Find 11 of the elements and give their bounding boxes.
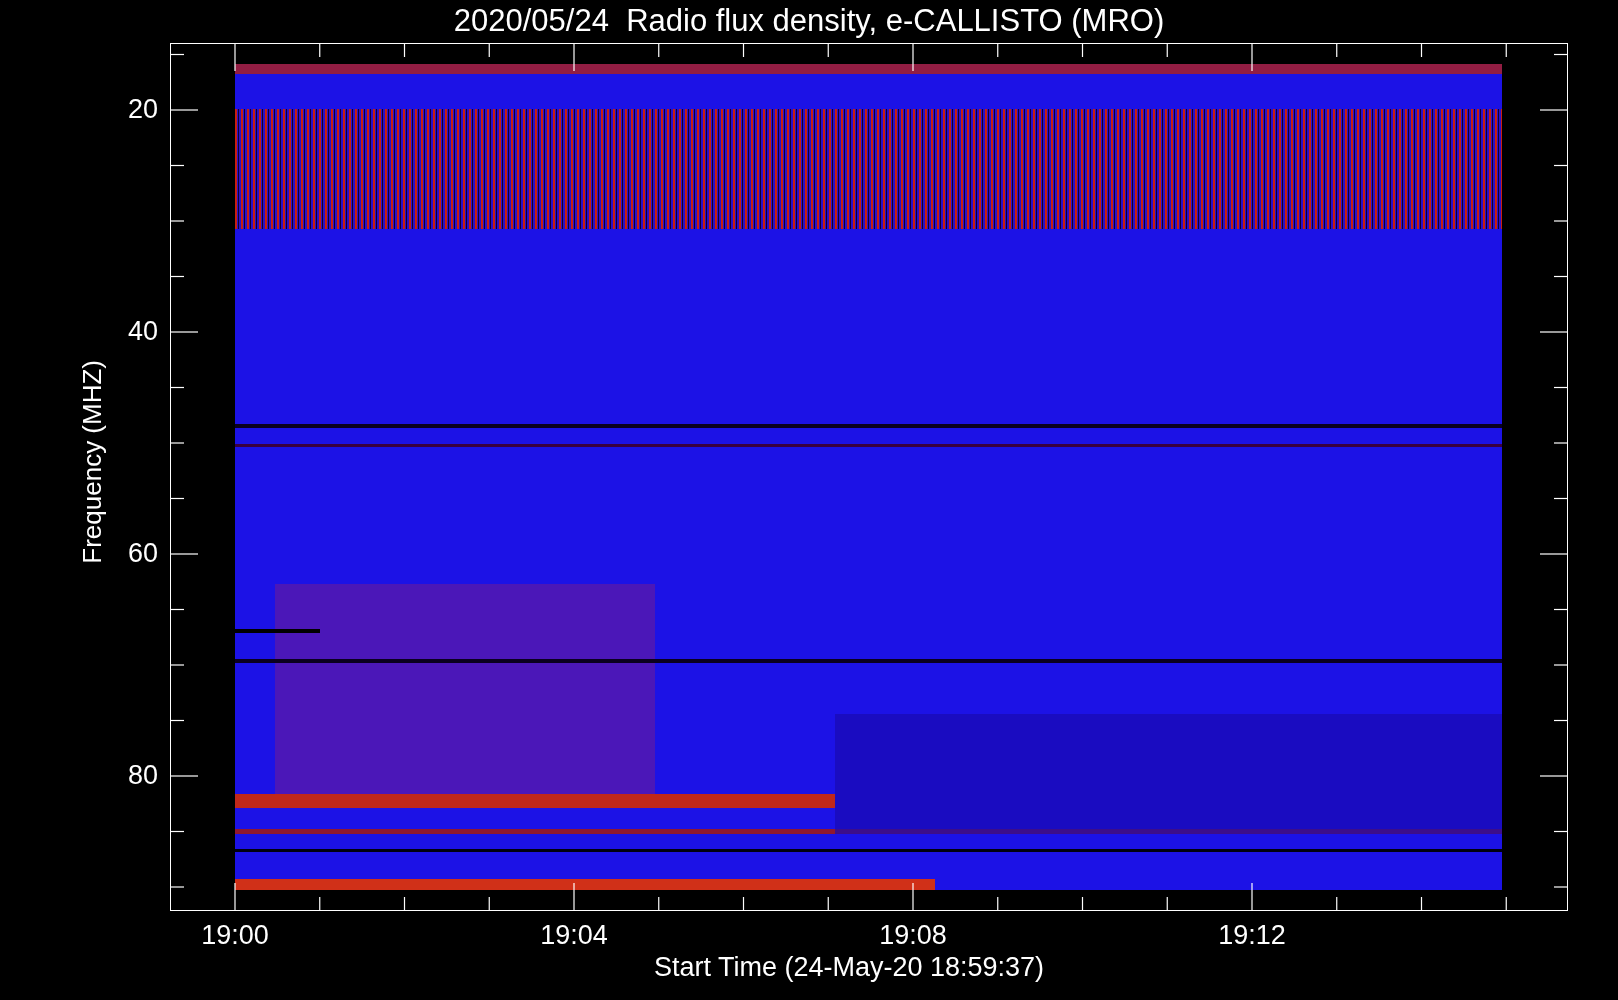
y-tick-label: 40: [126, 316, 158, 346]
x-tick-label: 19:12: [1217, 920, 1287, 950]
x-tick-label: 19:00: [200, 920, 270, 950]
x-axis-label: Start Time (24-May-20 18:59:37): [653, 951, 1045, 983]
chart-title: 2020/05/24 Radio flux density, e-CALLISTO (MRO): [453, 2, 1165, 40]
x-tick-label: 19:04: [539, 920, 609, 950]
y-tick-label: 20: [126, 94, 158, 124]
x-tick-label: 19:08: [878, 920, 948, 950]
y-tick-label: 80: [126, 760, 158, 790]
y-tick-label: 60: [126, 538, 158, 568]
y-axis-label: Frequency (MHZ): [77, 360, 107, 564]
